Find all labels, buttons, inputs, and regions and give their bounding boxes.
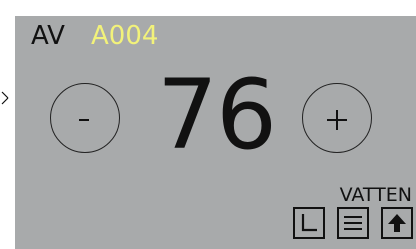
setpoint-value: 76 — [156, 59, 277, 171]
status-label: VATTEN — [339, 184, 412, 206]
edge-tick-mark — [1, 91, 9, 105]
device-code-label: A004 — [91, 21, 159, 51]
mode-label: AV — [31, 21, 65, 51]
thermostat-panel: AV A004 76 VATTEN — [15, 16, 416, 249]
plus-icon — [327, 110, 347, 130]
arrow-up-icon — [388, 214, 406, 232]
minus-icon — [79, 119, 89, 121]
corner-button[interactable] — [293, 207, 325, 239]
menu-lines-icon — [344, 216, 362, 230]
decrease-button[interactable] — [50, 83, 120, 153]
increase-button[interactable] — [302, 83, 372, 153]
menu-button[interactable] — [337, 207, 369, 239]
corner-bracket-icon — [301, 214, 317, 232]
up-button[interactable] — [381, 207, 413, 239]
